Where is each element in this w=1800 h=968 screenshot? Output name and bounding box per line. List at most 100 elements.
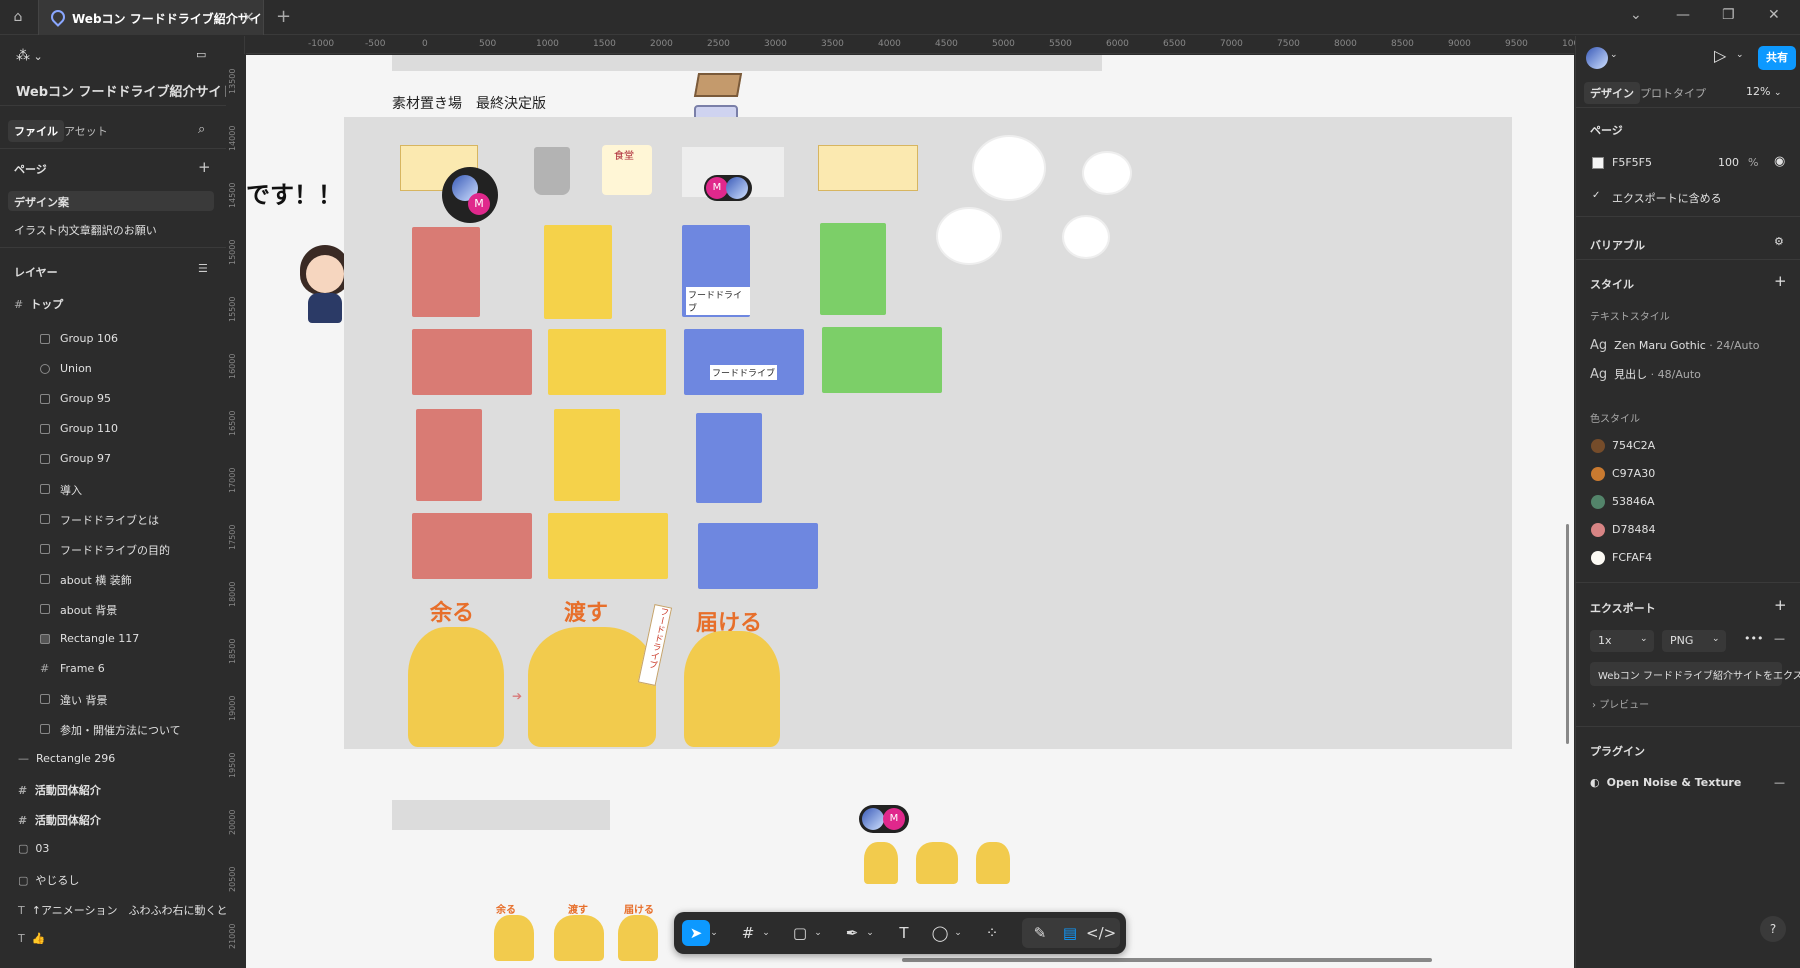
layer-row[interactable]: ▢ 03 [18,842,244,858]
layer-row[interactable]: about 横 装飾 [0,572,244,588]
file-tab[interactable]: Webコン フードドライブ紹介サイ × [38,0,264,35]
tab-design[interactable]: デザイン [1584,82,1640,104]
project-name: Webコン フードドライブ紹介サイト [16,85,235,100]
tab-assets[interactable]: アセット [64,123,108,139]
remove-plugin-icon[interactable]: — [1774,776,1785,789]
collaborator-cursor: M [704,175,752,201]
search-icon[interactable]: ⌕ [198,122,205,137]
text-style-item[interactable]: Ag Zen Maru Gothic · 24/Auto [1590,338,1760,353]
layer-row[interactable]: # 活動団体紹介 [18,812,244,828]
zoom-level[interactable]: 12% ⌄ [1746,85,1782,98]
export-format-select[interactable]: PNG ⌄ [1662,630,1726,652]
chevron-down-icon[interactable]: ⌄ [1736,50,1744,60]
layer-row[interactable]: Union [0,362,244,378]
layer-row[interactable]: Rectangle 117 [0,632,244,648]
layer-options-icon[interactable]: ☰ [198,262,218,275]
chevron-down-icon[interactable]: ⌄ [1610,50,1618,60]
tab-file[interactable]: ファイル [8,120,64,142]
frame-tool-icon[interactable]: # [734,920,762,946]
plugin-item[interactable]: ◐ Open Noise & Texture [1590,776,1741,789]
comment-tool-icon[interactable]: ◯ [926,920,954,946]
chevron-down-icon[interactable]: ⌄ [1630,7,1642,23]
project-title[interactable]: Webコン フードドライブ紹介サイト ⌄ [16,81,244,100]
color-style-name[interactable]: 53846A [1612,495,1655,508]
add-style-icon[interactable]: + [1774,272,1787,290]
export-scale-select[interactable]: 1x ⌄ [1590,630,1654,652]
checkbox-icon[interactable]: ✓ [1592,190,1600,201]
more-options-icon[interactable]: ••• [1744,632,1763,645]
color-style-name[interactable]: 754C2A [1612,439,1655,452]
layer-row[interactable]: Group 110 [0,422,244,438]
home-icon[interactable]: ⌂ [8,7,28,27]
layer-top-frame[interactable]: # トップ [14,296,244,312]
main-menu-button[interactable]: ⁂ ⌄ [16,48,56,64]
layer-row[interactable]: — Rectangle 296 [18,752,244,768]
chevron-down-icon[interactable]: ⌄ [708,920,720,946]
new-tab-button[interactable]: + [276,6,291,27]
chevron-down-icon[interactable]: ⌄ [812,920,824,946]
mini-card [554,915,604,961]
close-tab-icon[interactable]: × [242,7,255,26]
page-item-design[interactable]: デザイン案 [8,191,214,211]
layer-row[interactable]: # Frame 6 [0,662,244,678]
text-tool-icon[interactable]: T [890,920,918,946]
avatar-letter: M [468,193,490,215]
layer-row[interactable]: 導入 [0,482,244,498]
collaborator-cursor: M [442,167,498,223]
layer-row[interactable]: Group 95 [0,392,244,408]
panel-toggle-icon[interactable]: ▭ [196,48,216,61]
layer-row[interactable]: about 背景 [0,602,244,618]
vertical-scrollbar[interactable] [1566,524,1569,744]
draw-mode-icon[interactable]: ✎ [1026,920,1054,946]
layer-row[interactable]: Group 97 [0,452,244,468]
close-window-button[interactable]: ✕ [1768,7,1780,23]
help-button[interactable]: ? [1760,916,1786,942]
assets-frame[interactable]: 食堂 M M フードドライブ フードドライブ 余る 渡す 届ける フードドライブ… [344,117,1512,749]
export-button[interactable]: Webコン フードドライブ紹介サイトをエクス... [1590,662,1800,686]
divider [1576,259,1800,260]
layer-row[interactable]: 参加・開催方法について [0,722,244,738]
remove-export-icon[interactable]: — [1774,632,1785,645]
layer-row[interactable]: T ↑アニメーション ふわふわ右に動くと [18,902,244,918]
tab-prototype[interactable]: プロトタイプ [1640,85,1706,101]
actions-tool-icon[interactable]: ⁘ [978,920,1006,946]
minimize-button[interactable]: — [1676,7,1690,23]
chevron-down-icon[interactable]: ⌄ [864,920,876,946]
color-style-name[interactable]: FCFAF4 [1612,551,1652,564]
layer-row[interactable]: 違い 背景 [0,692,244,708]
user-avatar[interactable] [1586,47,1608,69]
pen-tool-icon[interactable]: ✒ [838,920,866,946]
page-item-translation[interactable]: イラスト内文章翻訳のお願い [14,222,244,238]
color-style-name[interactable]: D78484 [1612,523,1655,536]
design-mode-icon[interactable]: ▤ [1056,920,1084,946]
move-tool-icon[interactable]: ➤ [682,920,710,946]
layer-row[interactable]: T 👍 [18,932,244,948]
chevron-down-icon[interactable]: ⌄ [760,920,772,946]
share-button[interactable]: 共有 [1758,46,1796,70]
page-opacity-value[interactable]: 100 [1718,156,1739,169]
layer-row[interactable]: Group 106 [0,332,244,348]
page-color-swatch[interactable] [1592,157,1604,169]
layer-row[interactable]: ▢ やじるし [18,872,244,888]
rectangle-tool-icon[interactable]: ▢ [786,920,814,946]
restore-button[interactable]: ❐ [1722,7,1735,23]
ruler-tick: 6500 [1163,39,1186,49]
page-color-value[interactable]: F5F5F5 [1612,156,1652,169]
layer-row[interactable]: # 活動団体紹介 [18,782,244,798]
adjust-icon[interactable]: ⚙ [1774,235,1784,248]
layer-row[interactable]: フードドライブとは [0,512,244,528]
text-style-item[interactable]: Ag 見出し · 48/Auto [1590,366,1701,382]
design-canvas[interactable]: 素材置き場 最終決定版 です！！ 食堂 M M フードドライブ フードドライブ … [246,55,1574,968]
layer-row[interactable]: フードドライブの目的 [0,542,244,558]
preview-toggle[interactable]: › プレビュー [1592,696,1649,711]
illustration-card [548,329,666,395]
add-page-icon[interactable]: + [198,158,218,176]
present-icon[interactable]: ▷ [1714,46,1726,65]
dev-mode-icon[interactable]: </> [1086,920,1116,946]
add-export-icon[interactable]: + [1774,596,1787,614]
eye-icon[interactable]: ◉ [1774,154,1785,169]
chevron-down-icon[interactable]: ⌄ [952,920,964,946]
plugin-name: Open Noise & Texture [1606,776,1742,789]
horizontal-scrollbar[interactable] [902,958,1432,962]
color-style-name[interactable]: C97A30 [1612,467,1655,480]
